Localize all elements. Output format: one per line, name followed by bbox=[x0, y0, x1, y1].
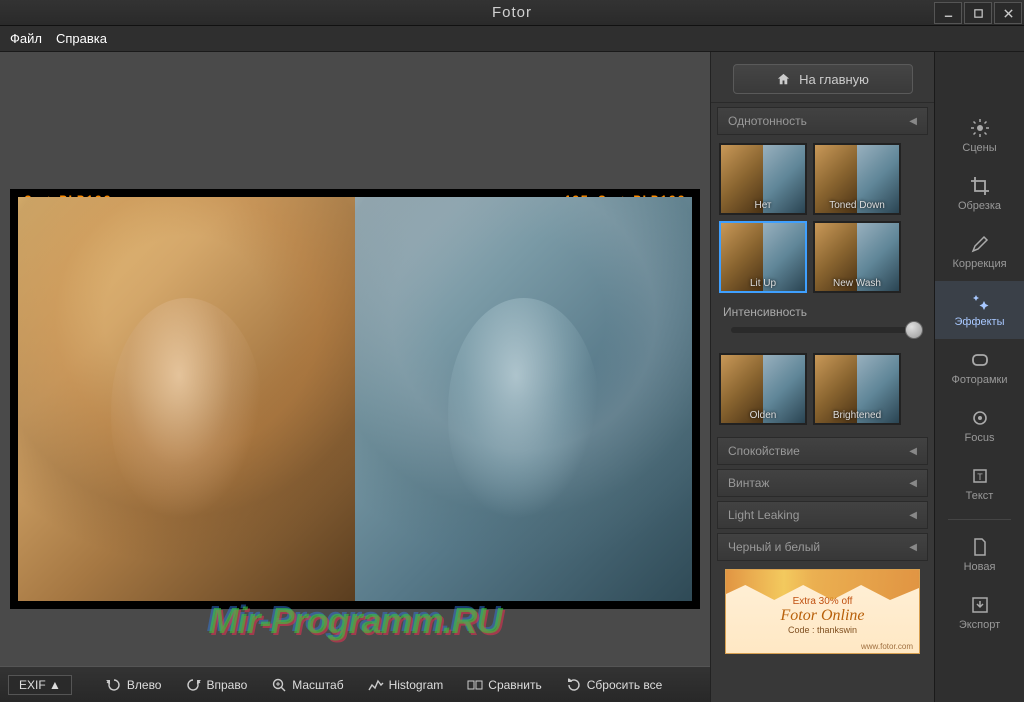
preview-effected bbox=[355, 197, 692, 601]
sidebar-frames[interactable]: Фоторамки bbox=[935, 339, 1024, 397]
sparkle-icon bbox=[970, 292, 990, 312]
sidebar-effects[interactable]: Эффекты bbox=[935, 281, 1024, 339]
sidebar-export[interactable]: Экспорт bbox=[935, 584, 1024, 642]
chevron-down-icon: ◀ bbox=[909, 116, 917, 127]
home-icon bbox=[776, 72, 791, 87]
sidebar-correction[interactable]: Коррекция bbox=[935, 223, 1024, 281]
crop-icon bbox=[970, 176, 990, 196]
effect-toned-down[interactable]: Toned Down bbox=[813, 143, 901, 215]
effects-panel: На главную Однотонность◀ Нет Toned Down … bbox=[710, 52, 934, 702]
reset-button[interactable]: Сбросить все bbox=[558, 673, 671, 697]
effect-olden[interactable]: Olden bbox=[719, 353, 807, 425]
effect-brightened[interactable]: Brightened bbox=[813, 353, 901, 425]
exif-button[interactable]: EXIF ▲ bbox=[8, 675, 72, 695]
sun-icon bbox=[970, 118, 990, 138]
sidebar-new[interactable]: Новая bbox=[935, 526, 1024, 584]
target-icon bbox=[970, 408, 990, 428]
intensity-control: Интенсивность bbox=[717, 301, 928, 345]
effect-none[interactable]: Нет bbox=[719, 143, 807, 215]
file-icon bbox=[970, 537, 990, 557]
pencil-icon bbox=[970, 234, 990, 254]
slider-knob[interactable] bbox=[905, 321, 923, 339]
chevron-left-icon: ◀ bbox=[909, 542, 917, 553]
chevron-left-icon: ◀ bbox=[909, 478, 917, 489]
promo-banner[interactable]: Extra 30% off Fotor Online Code : thanks… bbox=[725, 569, 920, 654]
sidebar-text[interactable]: TТекст bbox=[935, 455, 1024, 513]
zoom-button[interactable]: Масштаб bbox=[263, 673, 351, 697]
category-bw[interactable]: Черный и белый◀ bbox=[717, 533, 928, 561]
titlebar: Fotor bbox=[0, 0, 1024, 26]
bottom-toolbar: EXIF ▲ Влево Вправо Масштаб Histogram Ср… bbox=[0, 666, 710, 702]
sidebar-scenes[interactable]: Сцены bbox=[935, 107, 1024, 165]
compare-button[interactable]: Сравнить bbox=[459, 673, 549, 697]
svg-text:T: T bbox=[977, 472, 983, 482]
effect-new-wash[interactable]: New Wash bbox=[813, 221, 901, 293]
chevron-left-icon: ◀ bbox=[909, 510, 917, 521]
rotate-left-button[interactable]: Влево bbox=[98, 673, 170, 697]
menu-file[interactable]: Файл bbox=[10, 31, 42, 46]
sidebar-separator bbox=[948, 519, 1010, 520]
frame-icon bbox=[970, 350, 990, 370]
intensity-slider[interactable] bbox=[731, 327, 914, 333]
app-title: Fotor bbox=[492, 4, 532, 21]
sidebar-focus[interactable]: Focus bbox=[935, 397, 1024, 455]
intensity-label: Интенсивность bbox=[723, 305, 922, 319]
category-light-leak[interactable]: Light Leaking◀ bbox=[717, 501, 928, 529]
menubar: Файл Справка bbox=[0, 26, 1024, 52]
effect-lit-up[interactable]: Lit Up bbox=[719, 221, 807, 293]
image-preview[interactable]: 2 ◄ RLP100 465 3 ◄ RLP100 bbox=[10, 189, 700, 609]
home-button[interactable]: На главную bbox=[733, 64, 913, 94]
maximize-button[interactable] bbox=[964, 2, 992, 24]
text-icon: T bbox=[970, 466, 990, 486]
export-icon bbox=[970, 595, 990, 615]
sidebar: Сцены Обрезка Коррекция Эффекты Фоторамк… bbox=[934, 52, 1024, 702]
window-controls bbox=[934, 0, 1024, 26]
minimize-button[interactable] bbox=[934, 2, 962, 24]
canvas-area: 2 ◄ RLP100 465 3 ◄ RLP100 Mir-Programm.R… bbox=[0, 52, 710, 702]
rotate-right-button[interactable]: Вправо bbox=[177, 673, 255, 697]
category-monotone[interactable]: Однотонность◀ bbox=[717, 107, 928, 135]
close-button[interactable] bbox=[994, 2, 1022, 24]
category-calm[interactable]: Спокойствие◀ bbox=[717, 437, 928, 465]
chevron-left-icon: ◀ bbox=[909, 446, 917, 457]
preview-original bbox=[18, 197, 355, 601]
menu-help[interactable]: Справка bbox=[56, 31, 107, 46]
category-vintage[interactable]: Винтаж◀ bbox=[717, 469, 928, 497]
histogram-button[interactable]: Histogram bbox=[360, 673, 452, 697]
sidebar-crop[interactable]: Обрезка bbox=[935, 165, 1024, 223]
